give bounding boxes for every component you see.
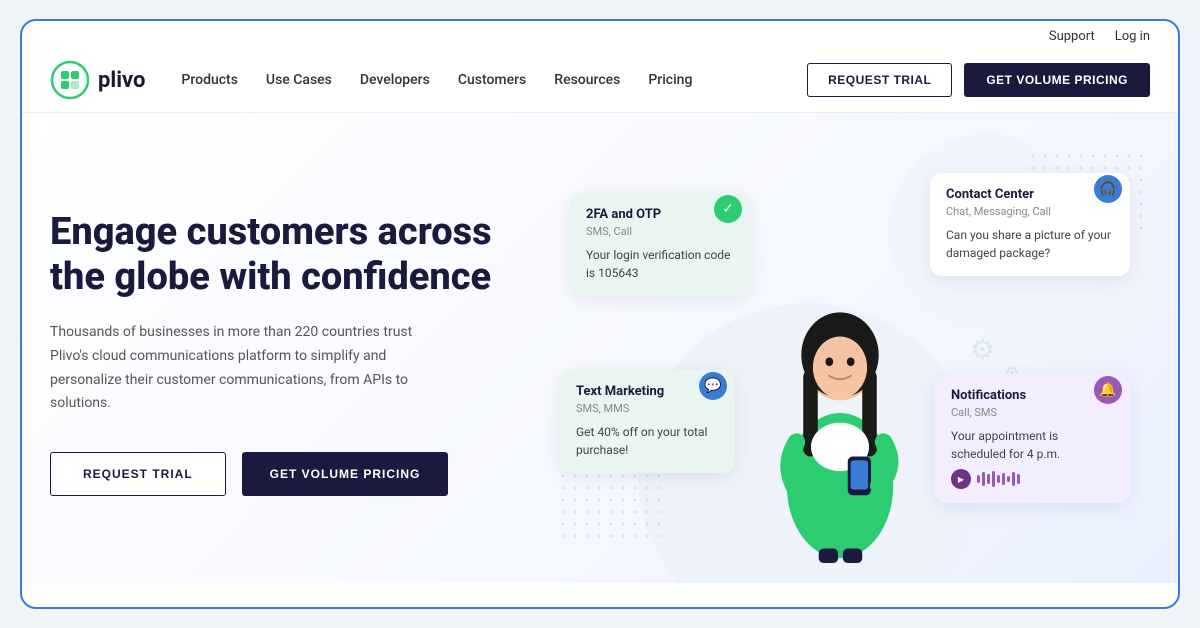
- plivo-logo-icon: [50, 60, 90, 100]
- person-illustration: [740, 263, 940, 563]
- logo[interactable]: plivo: [50, 60, 145, 100]
- hero-right: ⚙ ⚙ ✓ 2FA and OTP SMS, Call Your login v…: [530, 143, 1150, 563]
- card-notifications-subtitle: Call, SMS: [951, 406, 1114, 419]
- card-marketing: 💬 Text Marketing SMS, MMS Get 40% off on…: [560, 370, 735, 473]
- nav-request-trial-button[interactable]: REQUEST TRIAL: [807, 63, 952, 97]
- login-link[interactable]: Log in: [1115, 29, 1150, 44]
- hero-description: Thousands of businesses in more than 220…: [50, 321, 430, 416]
- bell-icon: 🔔: [1094, 376, 1122, 404]
- dot-grid-bottom: [560, 473, 660, 543]
- card-marketing-title: Text Marketing: [576, 384, 719, 399]
- card-2fa-body: Your login verification code is 105643: [586, 246, 734, 282]
- card-marketing-subtitle: SMS, MMS: [576, 402, 719, 415]
- audio-bar: ▶: [951, 469, 1114, 489]
- nav-pricing[interactable]: Pricing: [648, 72, 692, 88]
- hero-actions: REQUEST TRIAL GET VOLUME PRICING: [50, 452, 530, 496]
- navbar: plivo Products Use Cases Developers Cust…: [22, 52, 1178, 113]
- browser-frame: Support Log in plivo Products Use Cases …: [20, 19, 1180, 609]
- chat-icon: 💬: [699, 372, 727, 400]
- card-notifications: 🔔 Notifications Call, SMS Your appointme…: [935, 374, 1130, 503]
- nav-links: Products Use Cases Developers Customers …: [181, 72, 807, 88]
- hero-title: Engage customers across the globe with c…: [50, 210, 530, 301]
- nav-resources[interactable]: Resources: [554, 72, 620, 88]
- nav-products[interactable]: Products: [181, 72, 238, 88]
- hero-request-trial-button[interactable]: REQUEST TRIAL: [50, 452, 226, 496]
- card-contact-title: Contact Center: [946, 187, 1114, 202]
- card-2fa-title: 2FA and OTP: [586, 207, 734, 222]
- card-2fa: ✓ 2FA and OTP SMS, Call Your login verif…: [570, 193, 750, 296]
- nav-get-volume-pricing-button[interactable]: GET VOLUME PRICING: [964, 63, 1150, 97]
- audio-waves: [977, 471, 1020, 487]
- headset-icon: 🎧: [1094, 175, 1122, 203]
- support-link[interactable]: Support: [1049, 29, 1095, 44]
- card-marketing-body: Get 40% off on your total purchase!: [576, 423, 719, 459]
- nav-customers[interactable]: Customers: [458, 72, 526, 88]
- logo-text: plivo: [98, 68, 145, 93]
- card-contact-body: Can you share a picture of your damaged …: [946, 226, 1114, 262]
- hero-get-volume-pricing-button[interactable]: GET VOLUME PRICING: [242, 452, 449, 496]
- top-bar: Support Log in: [22, 21, 1178, 52]
- card-contact: 🎧 Contact Center Chat, Messaging, Call C…: [930, 173, 1130, 276]
- gear-icon-1: ⚙: [970, 333, 995, 366]
- audio-play-button[interactable]: ▶: [951, 469, 971, 489]
- card-contact-subtitle: Chat, Messaging, Call: [946, 205, 1114, 218]
- nav-use-cases[interactable]: Use Cases: [266, 72, 332, 88]
- card-notifications-title: Notifications: [951, 388, 1114, 403]
- nav-actions: REQUEST TRIAL GET VOLUME PRICING: [807, 63, 1150, 97]
- hero-section: Engage customers across the globe with c…: [22, 113, 1178, 583]
- nav-developers[interactable]: Developers: [360, 72, 430, 88]
- hero-left: Engage customers across the globe with c…: [50, 210, 530, 496]
- check-icon: ✓: [714, 195, 742, 223]
- card-2fa-subtitle: SMS, Call: [586, 225, 734, 238]
- card-notifications-body: Your appointment is scheduled for 4 p.m.: [951, 427, 1114, 463]
